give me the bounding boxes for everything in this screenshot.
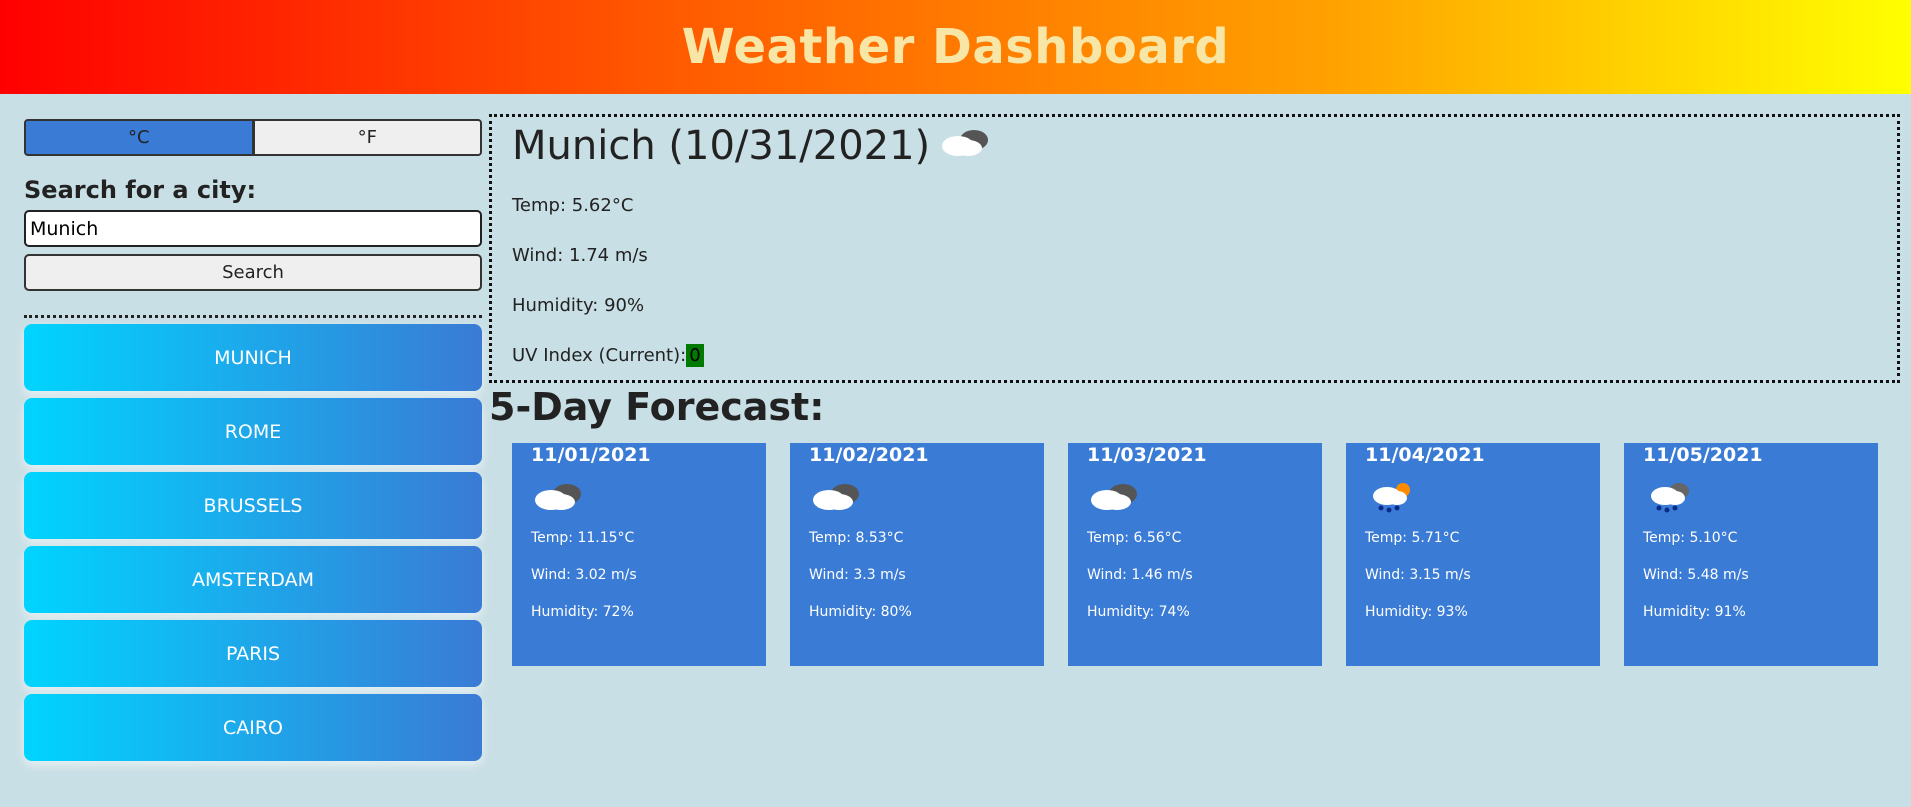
app-header: Weather Dashboard [0, 0, 1911, 94]
divider [24, 315, 482, 318]
forecast-date: 11/03/2021 [1087, 444, 1207, 466]
forecast-temp: Temp: 11.15°C [531, 530, 635, 546]
unit-toggle: °C °F [24, 119, 482, 156]
forecast-temp: Temp: 8.53°C [809, 530, 904, 546]
forecast-humidity: Humidity: 91% [1643, 604, 1746, 620]
forecast-row: 11/01/2021 Temp: 11.15°C Wind: 3.02 m/s … [512, 443, 1878, 666]
forecast-card: 11/04/2021 Temp: 5.71°C Wind: 3.15 m/s H… [1346, 443, 1600, 666]
forecast-humidity: Humidity: 74% [1087, 604, 1190, 620]
search-button[interactable]: Search [24, 254, 482, 291]
cloud-icon [1087, 478, 1303, 518]
page-title: Weather Dashboard [681, 19, 1230, 75]
history-button-cairo[interactable]: CAIRO [24, 694, 482, 761]
cloud-icon [531, 478, 747, 518]
history-button-rome[interactable]: ROME [24, 398, 482, 465]
cloud-icon [938, 124, 994, 169]
current-temp: Temp: 5.62°C [512, 195, 634, 216]
history-button-munich[interactable]: MUNICH [24, 324, 482, 391]
uv-badge: 0 [686, 344, 704, 367]
forecast-date: 11/02/2021 [809, 444, 929, 466]
forecast-humidity: Humidity: 72% [531, 604, 634, 620]
search-history: MUNICH ROME BRUSSELS AMSTERDAM PARIS CAI… [24, 324, 482, 761]
forecast-wind: Wind: 5.48 m/s [1643, 567, 1749, 583]
cloud-icon [809, 478, 1025, 518]
forecast-humidity: Humidity: 80% [809, 604, 912, 620]
uv-label: UV Index (Current): [512, 345, 687, 366]
forecast-wind: Wind: 3.3 m/s [809, 567, 906, 583]
current-wind: Wind: 1.74 m/s [512, 245, 648, 266]
forecast-temp: Temp: 6.56°C [1087, 530, 1182, 546]
search-input[interactable] [24, 210, 482, 247]
forecast-card: 11/01/2021 Temp: 11.15°C Wind: 3.02 m/s … [512, 443, 766, 666]
current-weather-heading: Munich (10/31/2021) [512, 121, 1877, 171]
forecast-card: 11/02/2021 Temp: 8.53°C Wind: 3.3 m/s Hu… [790, 443, 1044, 666]
rain-cloud-icon [1643, 478, 1859, 518]
history-button-brussels[interactable]: BRUSSELS [24, 472, 482, 539]
forecast-temp: Temp: 5.71°C [1365, 530, 1460, 546]
current-uv: UV Index (Current): 0 [512, 344, 1877, 367]
sun-rain-icon [1365, 478, 1581, 518]
forecast-date: 11/04/2021 [1365, 444, 1485, 466]
forecast-card: 11/05/2021 Temp: 5.10°C Wind: 5.48 m/s H… [1624, 443, 1878, 666]
forecast-wind: Wind: 1.46 m/s [1087, 567, 1193, 583]
forecast-temp: Temp: 5.10°C [1643, 530, 1738, 546]
current-city-date: Munich (10/31/2021) [512, 123, 931, 169]
fahrenheit-button[interactable]: °F [253, 119, 482, 156]
current-weather-panel: Munich (10/31/2021) Temp: 5.62°C Wind: 1… [489, 114, 1900, 383]
forecast-title: 5-Day Forecast: [489, 385, 825, 429]
sidebar: °C °F Search for a city: Search MUNICH R… [24, 119, 482, 768]
search-label: Search for a city: [24, 176, 257, 204]
forecast-wind: Wind: 3.02 m/s [531, 567, 637, 583]
forecast-date: 11/05/2021 [1643, 444, 1763, 466]
current-humidity: Humidity: 90% [512, 295, 645, 316]
history-button-paris[interactable]: PARIS [24, 620, 482, 687]
forecast-card: 11/03/2021 Temp: 6.56°C Wind: 1.46 m/s H… [1068, 443, 1322, 666]
forecast-wind: Wind: 3.15 m/s [1365, 567, 1471, 583]
celsius-button[interactable]: °C [24, 119, 254, 156]
forecast-date: 11/01/2021 [531, 444, 651, 466]
forecast-humidity: Humidity: 93% [1365, 604, 1468, 620]
history-button-amsterdam[interactable]: AMSTERDAM [24, 546, 482, 613]
